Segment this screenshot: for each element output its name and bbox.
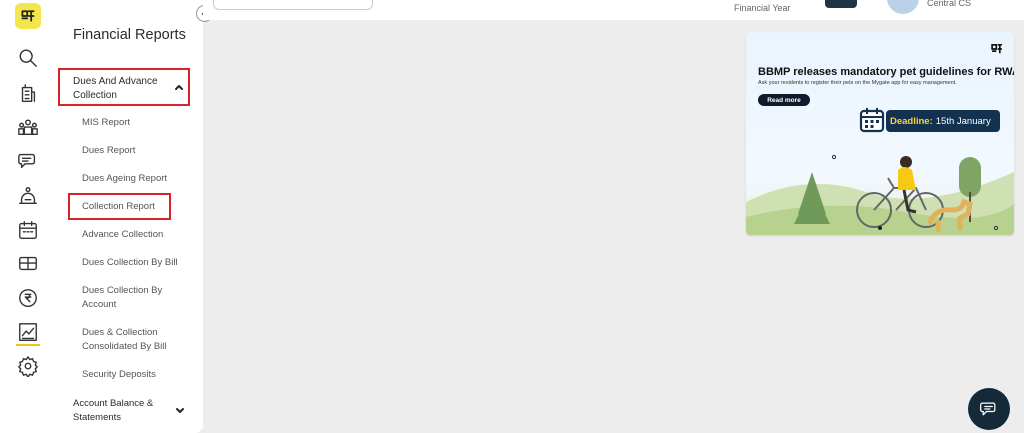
building-icon[interactable]	[16, 81, 40, 105]
nav-item-security-deposits[interactable]: Security Deposits	[82, 368, 182, 382]
app-logo-icon[interactable]	[15, 3, 41, 29]
icon-rail	[0, 0, 56, 433]
settings-icon[interactable]	[16, 354, 40, 378]
chevron-down-icon[interactable]	[175, 406, 185, 416]
calendar-illustration-icon	[859, 108, 885, 133]
nav-item-advance-collection[interactable]: Advance Collection	[82, 228, 182, 242]
nav-item-mis-report[interactable]: MIS Report	[82, 116, 182, 130]
promo-banner[interactable]: BBMP releases mandatory pet guidelines f…	[746, 32, 1014, 235]
panel-title: Financial Reports	[73, 27, 186, 43]
notification-badge-icon[interactable]	[825, 0, 857, 8]
group-label: Dues And Advance Collection	[73, 76, 158, 101]
top-bar: Financial Year Central CS	[203, 0, 1024, 20]
financial-year-label[interactable]: Financial Year	[734, 3, 791, 13]
group-dues-advance-collection[interactable]: Dues And Advance Collection	[58, 68, 190, 106]
banner-subtext: Ask your residents to register their pet…	[758, 80, 957, 86]
banner-illustration	[746, 154, 1014, 235]
amenities-icon[interactable]	[16, 251, 40, 275]
nav-item-dues-collection-consolidated[interactable]: Dues & Collection Consolidated By Bill	[82, 326, 174, 354]
chat-support-button[interactable]	[968, 388, 1010, 430]
rupee-icon[interactable]	[16, 286, 40, 310]
nav-item-dues-collection-by-bill[interactable]: Dues Collection By Bill	[82, 256, 182, 270]
reports-icon[interactable]	[16, 320, 40, 344]
chat-icon[interactable]	[16, 149, 40, 173]
chevron-up-icon	[174, 82, 184, 92]
calendar-icon[interactable]	[16, 218, 40, 242]
read-more-button[interactable]: Read more	[758, 94, 810, 106]
top-search-input[interactable]	[213, 0, 373, 10]
search-icon[interactable]	[16, 46, 40, 70]
deadline-label: Deadline:	[890, 115, 933, 127]
avatar[interactable]	[887, 0, 919, 14]
nav-item-collection-report[interactable]: Collection Report	[68, 193, 171, 220]
banner-headline: BBMP releases mandatory pet guidelines f…	[758, 66, 1014, 78]
reports-nav-panel: Financial Reports Dues And Advance Colle…	[56, 0, 203, 433]
user-name-label[interactable]: Central CS	[927, 0, 971, 8]
nav-item-dues-ageing-report[interactable]: Dues Ageing Report	[82, 172, 182, 186]
brand-logo-icon	[991, 43, 1002, 54]
group-account-balance-statements[interactable]: Account Balance & Statements	[73, 397, 173, 425]
deadline-badge: Deadline: 15th January	[886, 110, 1000, 132]
chat-bubble-icon	[980, 402, 996, 416]
residents-icon[interactable]	[16, 115, 40, 139]
nav-item-dues-collection-by-account[interactable]: Dues Collection By Account	[82, 284, 172, 312]
nav-item-dues-report[interactable]: Dues Report	[82, 144, 182, 158]
active-indicator	[16, 344, 40, 346]
deadline-value: 15th January	[935, 115, 991, 127]
helpdesk-icon[interactable]	[16, 184, 40, 208]
